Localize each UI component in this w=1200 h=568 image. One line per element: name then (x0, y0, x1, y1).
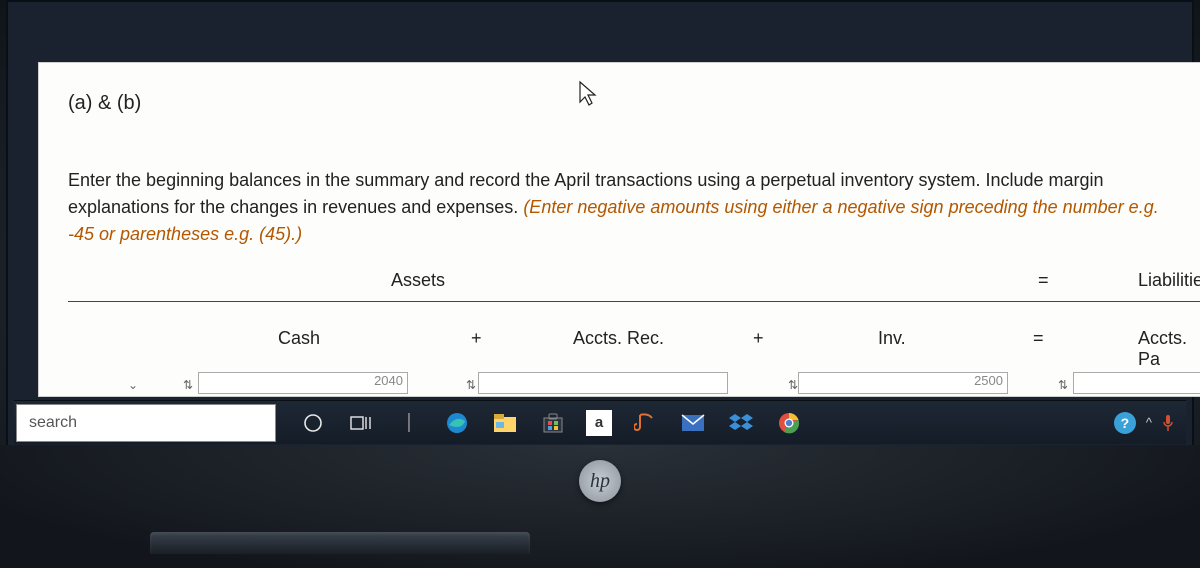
screen-frame: (a) & (b) Enter the beginning balances i… (6, 0, 1194, 445)
content-panel: (a) & (b) Enter the beginning balances i… (38, 62, 1200, 397)
balance-table: Assets = Liabilitie Cash + Accts. Rec. +… (68, 262, 1200, 397)
col-equals: = (1033, 328, 1044, 349)
cash-input[interactable]: 2040 (198, 372, 408, 394)
liabilities-header: Liabilitie (1138, 270, 1200, 291)
col-accts-pay: Accts. Pa (1138, 328, 1200, 370)
laptop-hinge (150, 532, 530, 554)
dropbox-icon[interactable] (726, 408, 756, 438)
col-inv: Inv. (878, 328, 906, 349)
search-placeholder: search (29, 414, 77, 432)
sort-icon[interactable]: ⇅ (466, 378, 476, 392)
col-accts-rec: Accts. Rec. (573, 328, 664, 349)
microphone-icon[interactable] (1162, 414, 1174, 432)
sort-icon[interactable]: ⇅ (1058, 378, 1068, 392)
caret-icon: ⌄ (128, 378, 138, 392)
help-icon[interactable]: ? (1114, 412, 1136, 434)
col-plus-1: + (471, 328, 482, 349)
taskbar-icons: | a (298, 408, 804, 438)
instructions: Enter the beginning balances in the summ… (68, 167, 1173, 248)
table-column-header-row: Cash + Accts. Rec. + Inv. = Accts. Pa (68, 320, 1200, 364)
groove-icon[interactable] (630, 408, 660, 438)
part-label: (a) & (b) (68, 92, 141, 115)
assets-header: Assets (68, 270, 768, 291)
task-view-icon[interactable] (346, 408, 376, 438)
taskbar-right: ? ^ (1114, 412, 1174, 434)
cortana-icon[interactable] (298, 408, 328, 438)
col-plus-2: + (753, 328, 764, 349)
sort-icon[interactable]: ⇅ (183, 378, 193, 392)
microsoft-store-icon[interactable] (538, 408, 568, 438)
mail-icon[interactable] (678, 408, 708, 438)
equals-header: = (1038, 270, 1049, 291)
sort-icon[interactable]: ⇅ (788, 378, 798, 392)
col-cash: Cash (278, 328, 320, 349)
edge-icon[interactable] (442, 408, 472, 438)
chrome-icon[interactable] (774, 408, 804, 438)
file-explorer-icon[interactable] (490, 408, 520, 438)
chevron-up-icon[interactable]: ^ (1146, 415, 1152, 430)
divider-icon: | (394, 408, 424, 438)
search-input[interactable]: search (16, 404, 276, 442)
amazon-icon[interactable]: a (586, 410, 612, 436)
table-value-row: ⌄ ⇅ 2040 ⇅ ⇅ 2500 ⇅ (68, 372, 1200, 397)
accts-pay-input[interactable] (1073, 372, 1200, 394)
hp-logo: hp (579, 460, 621, 502)
inv-input[interactable]: 2500 (798, 372, 1008, 394)
accts-rec-input[interactable] (478, 372, 728, 394)
taskbar: search | a (14, 400, 1186, 444)
table-group-header-row: Assets = Liabilitie (68, 262, 1200, 302)
